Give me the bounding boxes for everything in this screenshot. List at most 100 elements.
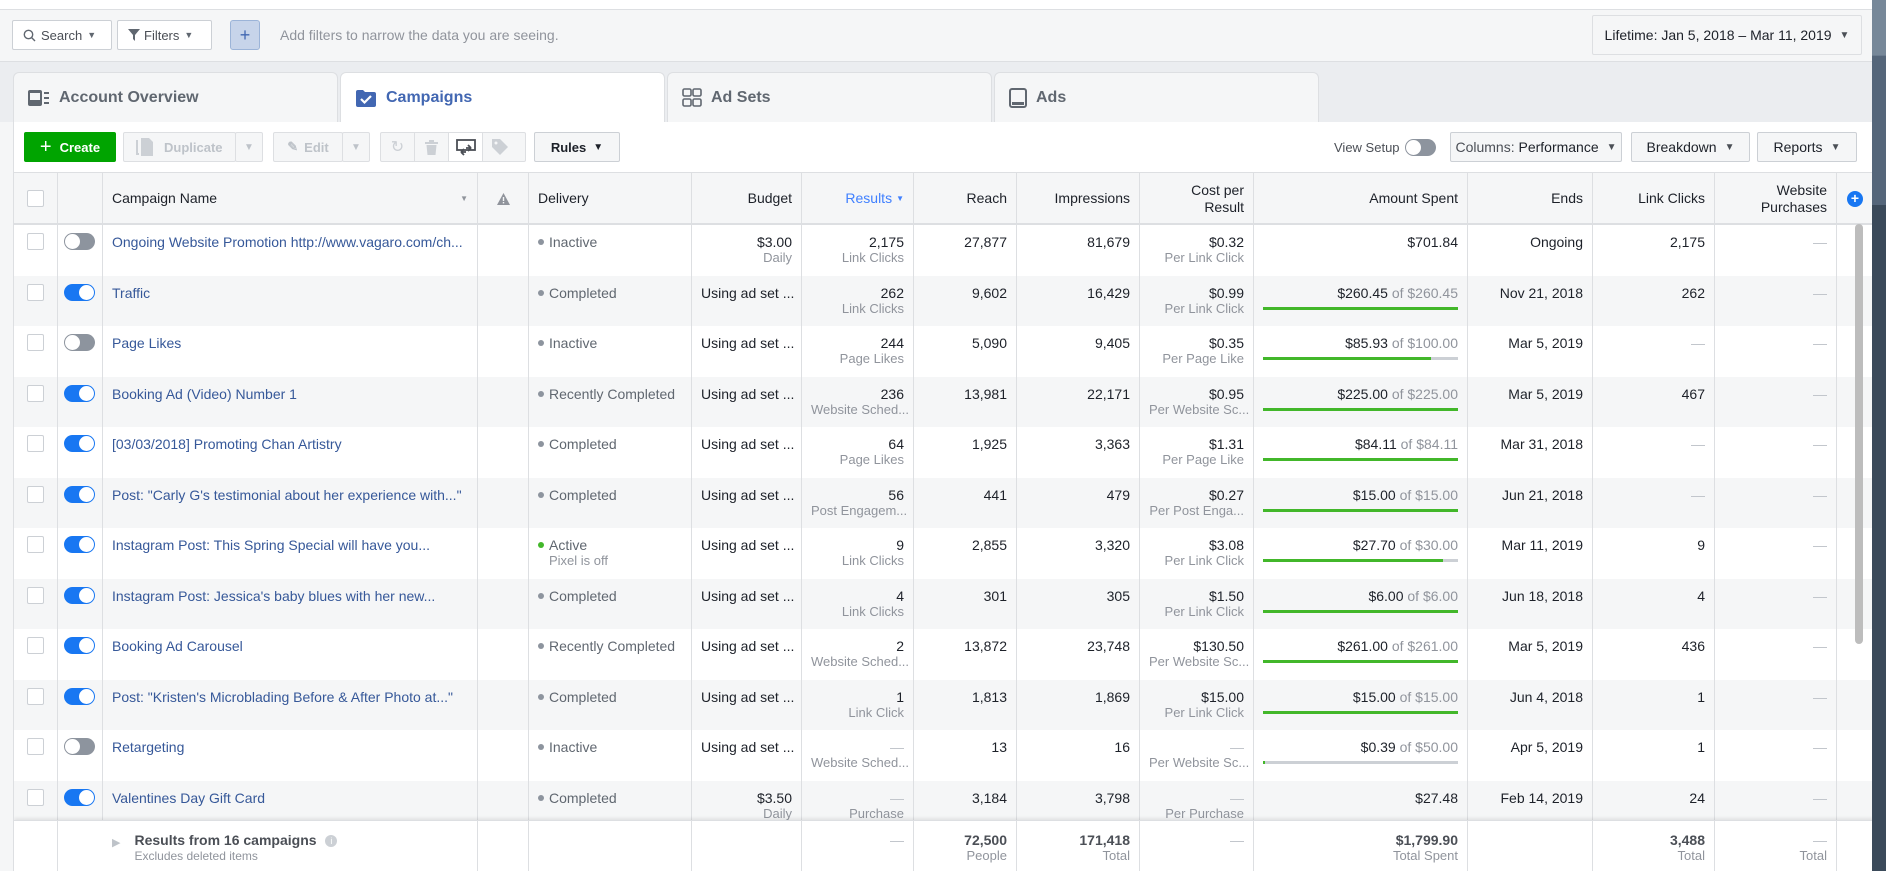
compare-button[interactable] xyxy=(449,133,483,161)
row-checkbox[interactable] xyxy=(27,435,44,452)
row-checkbox[interactable] xyxy=(27,536,44,553)
header-impressions[interactable]: Impressions xyxy=(1017,173,1140,224)
campaign-name-link[interactable]: Valentines Day Gift Card xyxy=(112,790,265,806)
table-row[interactable]: Booking Ad Carousel Recently Completed Usi… xyxy=(14,629,1872,680)
campaign-on-off-toggle[interactable] xyxy=(64,586,95,604)
campaign-on-off-toggle[interactable] xyxy=(64,334,95,351)
row-checkbox[interactable] xyxy=(27,586,44,604)
table-row[interactable]: Ongoing Website Promotion http://www.vag… xyxy=(14,225,1872,276)
expand-caret-icon[interactable]: ▶ xyxy=(112,835,120,871)
create-button[interactable]: + Create xyxy=(24,132,116,162)
select-all-checkbox[interactable] xyxy=(27,190,44,207)
campaign-name-link[interactable]: Post: "Carly G's testimonial about her e… xyxy=(112,487,462,503)
table-row[interactable]: Retargeting Inactive Using ad set ... — Webs… xyxy=(14,730,1872,781)
campaign-on-off-toggle[interactable] xyxy=(64,637,95,654)
table-row[interactable]: [03/03/2018] Promoting Chan Artistry Comp… xyxy=(14,427,1872,478)
row-checkbox[interactable] xyxy=(27,334,44,351)
campaign-name-link[interactable]: Page Likes xyxy=(112,335,181,351)
refresh-button[interactable]: ↻ xyxy=(381,133,415,161)
info-icon[interactable]: i xyxy=(325,835,338,848)
columns-dropdown[interactable]: Columns: Performance ▼ xyxy=(1450,132,1622,162)
row-checkbox[interactable] xyxy=(27,485,44,503)
header-cost-per-result[interactable]: Cost per Result xyxy=(1140,173,1254,224)
edit-dropdown[interactable]: ▼ xyxy=(342,132,370,162)
table-row[interactable]: Post: "Kristen's Microblading Before & A… xyxy=(14,679,1872,731)
campaign-name-link[interactable]: Booking Ad (Video) Number 1 xyxy=(112,386,297,402)
campaign-on-off-toggle[interactable] xyxy=(64,738,95,755)
date-range-picker[interactable]: Lifetime: Jan 5, 2018 – Mar 11, 2019 ▼ xyxy=(1592,15,1862,55)
reports-dropdown[interactable]: Reports ▼ xyxy=(1757,132,1857,162)
rules-button[interactable]: Rules ▼ xyxy=(534,132,620,162)
edit-button[interactable]: ✎ Edit xyxy=(273,132,343,162)
table-row[interactable]: Booking Ad (Video) Number 1 Recently Comp… xyxy=(14,376,1872,427)
add-column-plus-icon[interactable]: + xyxy=(1847,190,1863,207)
row-checkbox[interactable] xyxy=(27,384,44,402)
cell-budget: Using ad set ... xyxy=(692,326,802,377)
cell-name: Booking Ad Carousel xyxy=(103,629,478,680)
header-amount-spent[interactable]: Amount Spent xyxy=(1254,173,1468,224)
tag-button[interactable] xyxy=(483,133,517,161)
table-row[interactable]: Instagram Post: This Spring Special will… xyxy=(14,528,1872,579)
table-row[interactable]: Instagram Post: Jessica's baby blues wit… xyxy=(14,578,1872,629)
table-row[interactable]: Post: "Carly G's testimonial about her e… xyxy=(14,477,1872,528)
header-website-purchases[interactable]: Website Purchases xyxy=(1715,173,1837,224)
row-checkbox[interactable] xyxy=(27,788,44,806)
duplicate-dropdown[interactable]: ▼ xyxy=(235,132,263,162)
select-all-cell xyxy=(14,173,58,224)
campaign-name-link[interactable]: Booking Ad Carousel xyxy=(112,638,243,654)
header-reach[interactable]: Reach xyxy=(914,173,1017,224)
date-range-label: Lifetime: Jan 5, 2018 – Mar 11, 2019 xyxy=(1604,27,1832,43)
delete-button[interactable] xyxy=(415,133,449,161)
row-checkbox[interactable] xyxy=(27,637,44,654)
purchases-value: — xyxy=(1813,789,1827,806)
toggle-switch[interactable] xyxy=(1404,139,1436,156)
campaign-name-link[interactable]: Retargeting xyxy=(112,739,184,755)
duplicate-button[interactable]: Duplicate xyxy=(123,132,236,162)
breakdown-label: Breakdown xyxy=(1646,139,1717,155)
table-vertical-scrollbar[interactable] xyxy=(1855,224,1863,644)
row-checkbox[interactable] xyxy=(27,233,44,250)
campaign-name-link[interactable]: Traffic xyxy=(112,285,150,301)
header-campaign-name[interactable]: Campaign Name ▼ xyxy=(103,173,478,224)
purchases-value: — xyxy=(1813,688,1827,705)
tab-account-overview[interactable]: Account Overview xyxy=(13,72,338,122)
tab-ads[interactable]: Ads xyxy=(994,72,1319,122)
row-checkbox[interactable] xyxy=(27,738,44,755)
table-row[interactable]: Traffic Completed Using ad set ... 262 Link … xyxy=(14,275,1872,326)
campaign-on-off-toggle[interactable] xyxy=(64,485,95,503)
cell-pad xyxy=(1837,680,1872,731)
campaign-on-off-toggle[interactable] xyxy=(64,435,95,452)
filters-button[interactable]: Filters ▼ xyxy=(117,20,212,50)
search-button[interactable]: Search ▼ xyxy=(12,20,112,50)
campaign-on-off-toggle[interactable] xyxy=(64,788,95,806)
cell-delivery: Active Pixel is off xyxy=(529,528,692,579)
header-ends[interactable]: Ends xyxy=(1468,173,1593,224)
header-results[interactable]: Results ▼ xyxy=(802,173,914,224)
campaign-name-link[interactable]: Instagram Post: This Spring Special will… xyxy=(112,537,430,553)
campaign-on-off-toggle[interactable] xyxy=(64,536,95,553)
campaign-on-off-toggle[interactable] xyxy=(64,233,95,250)
campaign-on-off-toggle[interactable] xyxy=(64,283,95,301)
campaign-name-link[interactable]: Instagram Post: Jessica's baby blues wit… xyxy=(112,588,435,604)
campaign-on-off-toggle[interactable] xyxy=(64,384,95,402)
view-setup-toggle[interactable]: View Setup xyxy=(1334,139,1436,156)
header-warnings[interactable] xyxy=(478,173,529,224)
header-link-clicks[interactable]: Link Clicks xyxy=(1593,173,1715,224)
row-checkbox[interactable] xyxy=(27,687,44,705)
row-checkbox[interactable] xyxy=(27,283,44,301)
tab-ad-sets[interactable]: Ad Sets xyxy=(667,72,992,122)
campaign-name-link[interactable]: Post: "Kristen's Microblading Before & A… xyxy=(112,689,453,705)
cell-impressions: 479 xyxy=(1017,477,1140,528)
filter-funnel-icon xyxy=(128,29,140,41)
table-row[interactable]: Page Likes Inactive Using ad set ... 244 Pag… xyxy=(14,326,1872,377)
breakdown-dropdown[interactable]: Breakdown ▼ xyxy=(1631,132,1750,162)
add-filter-button[interactable]: + xyxy=(230,20,260,50)
header-budget[interactable]: Budget xyxy=(692,173,802,224)
impressions-value: 3,798 xyxy=(1094,789,1130,806)
campaign-name-link[interactable]: Ongoing Website Promotion http://www.vag… xyxy=(112,234,463,250)
tag-icon xyxy=(492,139,508,155)
campaign-on-off-toggle[interactable] xyxy=(64,687,95,705)
header-delivery[interactable]: Delivery xyxy=(529,173,692,224)
campaign-name-link[interactable]: [03/03/2018] Promoting Chan Artistry xyxy=(112,436,342,452)
tab-campaigns[interactable]: Campaigns xyxy=(340,72,665,122)
